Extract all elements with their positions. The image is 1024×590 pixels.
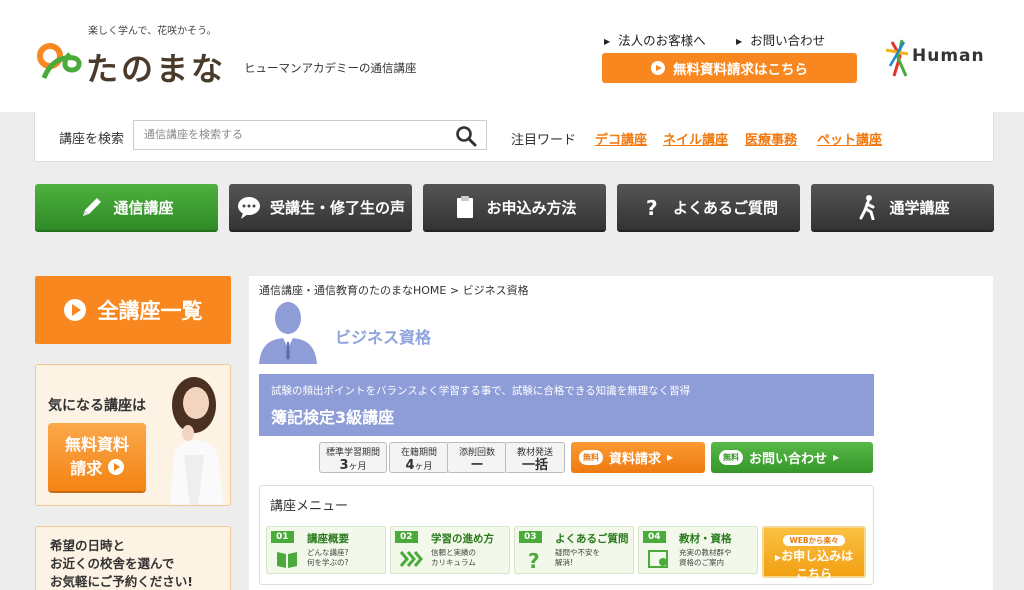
tagline: 楽しく学んで、花咲かそう。 [88, 26, 217, 37]
course-menu-title: 講座メニュー [270, 499, 349, 514]
nav-school[interactable]: 通学講座 [811, 184, 994, 232]
interest-banner[interactable]: 気になる講座は 無料資料 請求 [35, 364, 231, 506]
triangle-right-icon: ▶ [604, 37, 611, 46]
triangle-right-icon: ▶ [736, 37, 743, 46]
web-apply-button[interactable]: WEBから楽々 ▶お申し込みは こちら [762, 526, 866, 581]
nav-faq[interactable]: ? よくあるご質問 [617, 184, 800, 232]
search-input[interactable]: 通信講座を検索する [133, 120, 487, 150]
corporate-link[interactable]: ▶ 法人のお客様へ [604, 30, 706, 49]
play-circle-icon [107, 459, 124, 475]
business-person-icon [259, 302, 317, 364]
keyword-label: 注目ワード [511, 133, 577, 148]
nav-application[interactable]: お申込み方法 [423, 184, 606, 232]
triangle-right-icon: ▶ [833, 453, 840, 462]
course-menu: 講座メニュー 01 講座概要 どんな講座? 何を学ぶの? 02 学習の進め方 信頼… [259, 485, 874, 585]
keyword-pet[interactable]: ペット講座 [817, 129, 882, 148]
search-icon[interactable] [455, 125, 477, 147]
human-brand-text[interactable]: Human [912, 46, 985, 66]
course-banner: 試験の頻出ポイントをバランスよく学習する事で、試験に合格できる知識を無理なく習得… [259, 374, 874, 436]
menu-item-faq[interactable]: 03 よくあるご質問 ? 疑問や不安を 解消! [514, 526, 634, 574]
woman-photo [170, 377, 224, 505]
keyword-deco[interactable]: デコ講座 [595, 129, 647, 148]
play-circle-icon [63, 299, 86, 321]
tanomana-logo-icon[interactable] [36, 40, 86, 82]
nav-voices[interactable]: 受講生・修了生の声 [229, 184, 412, 232]
free-request-banner-button[interactable]: 無料資料 請求 [48, 423, 146, 491]
menu-item-overview[interactable]: 01 講座概要 どんな講座? 何を学ぶの? [266, 526, 386, 574]
interest-title: 気になる講座は [48, 398, 146, 414]
certificate-icon [648, 550, 668, 568]
question-mark-icon: ? [646, 196, 658, 220]
svg-text:?: ? [528, 549, 540, 570]
spec-shipping: 教材発送 一括 [505, 442, 565, 473]
menu-item-materials[interactable]: 04 教材・資格 充実の教材群や 資格のご案内 [638, 526, 758, 574]
triangle-right-icon: ▶ [667, 453, 674, 462]
walking-person-icon [859, 195, 875, 220]
nav-correspondence[interactable]: 通信講座 [35, 184, 218, 232]
logo-subtitle: ヒューマンアカデミーの通信講座 [244, 61, 417, 75]
logo-text[interactable]: たのまな [86, 44, 226, 90]
search-bar: 講座を検索 通信講座を検索する 注目ワード デコ講座 ネイル講座 医療事務 ペッ… [34, 112, 994, 162]
contact-link[interactable]: ▶ お問い合わせ [736, 30, 825, 49]
request-materials-button[interactable]: 無料 資料請求 ▶ [571, 442, 705, 473]
contact-button[interactable]: 無料 お問い合わせ ▶ [711, 442, 873, 473]
visit-banner[interactable]: 希望の日時と お近くの校舎を選んで お気軽にご予約ください! [35, 526, 231, 590]
svg-text:?: ? [646, 196, 658, 220]
all-courses-button[interactable]: 全講座一覧 [35, 276, 231, 344]
speech-bubble-icon [237, 197, 260, 219]
main-content: 通信講座・通信教育のたのまなHOME > ビジネス資格 ビジネス資格 試験の頻出… [249, 276, 993, 590]
category-title: ビジネス資格 [335, 328, 432, 347]
menu-item-study-method[interactable]: 02 学習の進め方 信頼と実績の カリキュラム [390, 526, 510, 574]
question-mark-icon: ? [528, 549, 540, 570]
spec-enrollment: 在籍期間 4ヶ月 [389, 442, 449, 473]
spec-corrections: 添削回数 ー [447, 442, 507, 473]
spec-study-period: 標準学習期間 3ヶ月 [319, 442, 387, 473]
search-label: 講座を検索 [59, 132, 125, 147]
keyword-medical[interactable]: 医療事務 [745, 129, 797, 148]
keyword-nail[interactable]: ネイル講座 [663, 129, 728, 148]
play-circle-icon [651, 61, 665, 75]
course-description: 試験の頻出ポイントをバランスよく学習する事で、試験に合格できる知識を無理なく習得 [271, 385, 691, 397]
breadcrumb[interactable]: 通信講座・通信教育のたのまなHOME > ビジネス資格 [259, 282, 529, 298]
site-header: 楽しく学んで、花咲かそう。 たのまな ヒューマンアカデミーの通信講座 ▶ 法人のお… [0, 0, 1024, 112]
clipboard-icon [457, 196, 474, 218]
pencil-icon [83, 198, 102, 216]
free-request-button[interactable]: 無料資料請求はこちら [602, 53, 857, 83]
course-name: 簿記検定3級講座 [271, 408, 395, 427]
chevrons-right-icon [399, 551, 423, 567]
book-icon [277, 552, 297, 568]
